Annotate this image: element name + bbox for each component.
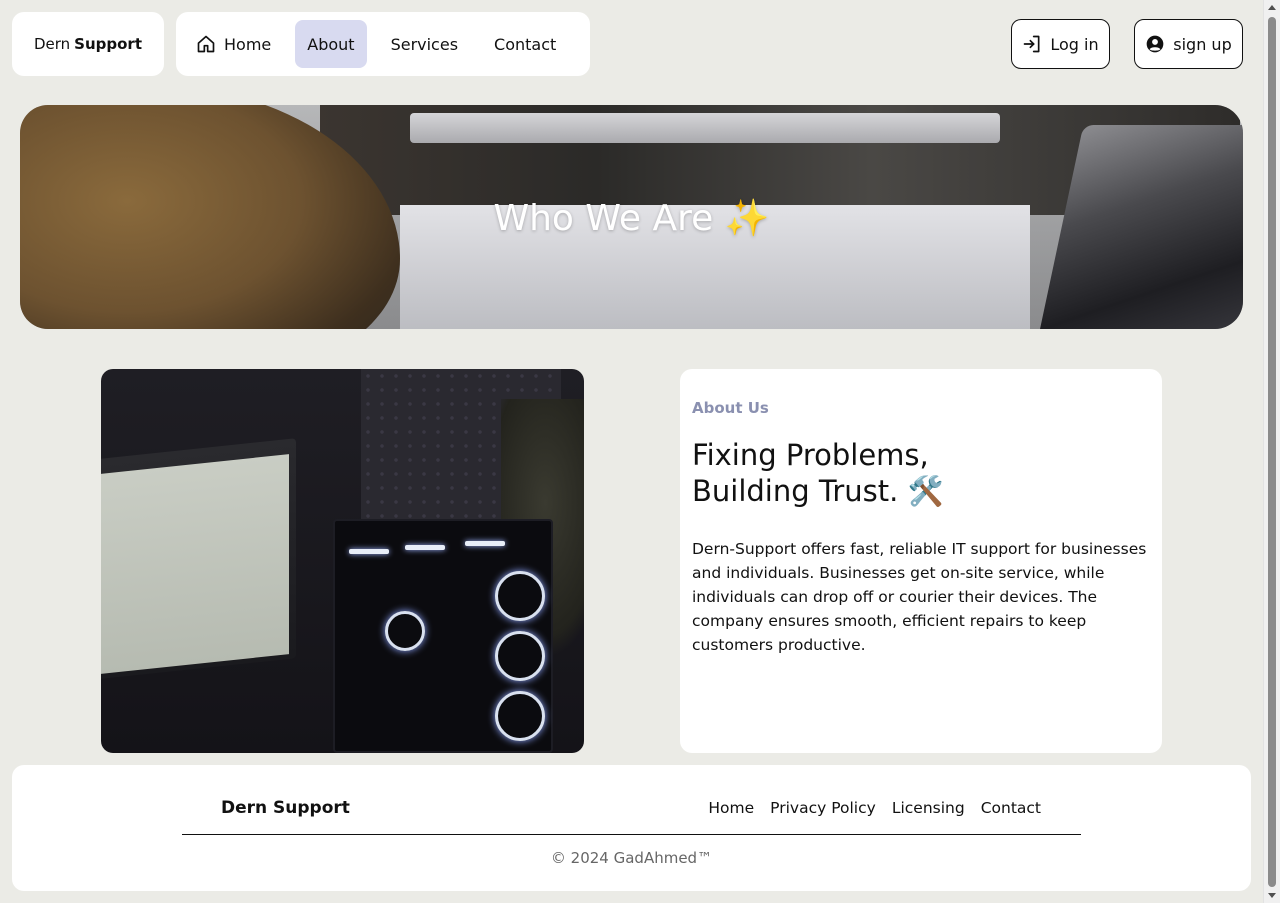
scroll-down-arrow-icon[interactable] xyxy=(1268,893,1276,898)
photo-led xyxy=(465,541,505,546)
photo-cpu-cooler xyxy=(385,611,425,651)
nav-label-contact: Contact xyxy=(494,34,557,54)
login-button[interactable]: Log in xyxy=(1011,19,1110,69)
page-scrollbar[interactable] xyxy=(1263,0,1280,903)
footer-brand: Dern Support xyxy=(221,798,350,818)
hero-bg-window-top xyxy=(410,113,1000,143)
hero-banner: Who We Are ✨ xyxy=(20,105,1243,329)
pc-setup-photo xyxy=(101,369,584,753)
user-circle-icon xyxy=(1146,35,1164,53)
footer-link-privacy[interactable]: Privacy Policy xyxy=(770,799,876,817)
about-label: About Us xyxy=(692,399,769,417)
photo-fan xyxy=(495,631,545,681)
brand-regular: Dern xyxy=(33,35,71,53)
nav-item-services[interactable]: Services xyxy=(379,20,470,68)
home-icon xyxy=(197,35,215,53)
scroll-thumb[interactable] xyxy=(1268,17,1276,887)
photo-pc-case xyxy=(333,519,553,753)
footer-link-home[interactable]: Home xyxy=(708,799,754,817)
photo-led xyxy=(349,549,389,554)
nav-item-about[interactable]: About xyxy=(295,20,367,68)
signup-button[interactable]: sign up xyxy=(1134,19,1243,69)
scroll-up-arrow-icon[interactable] xyxy=(1268,5,1276,10)
footer-links: Home Privacy Policy Licensing Contact xyxy=(708,799,1041,817)
photo-monitor-screen xyxy=(101,454,289,674)
hero-title: Who We Are ✨ xyxy=(493,198,770,239)
photo-fan xyxy=(495,571,545,621)
photo-fan xyxy=(495,691,545,741)
login-label: Log in xyxy=(1050,34,1099,54)
footer: Dern Support Home Privacy Policy Licensi… xyxy=(12,765,1251,891)
nav-item-contact[interactable]: Contact xyxy=(482,20,568,68)
about-heading-line2: Building Trust. 🛠️ xyxy=(692,474,944,508)
signup-label: sign up xyxy=(1173,34,1232,54)
about-heading: Fixing Problems, Building Trust. 🛠️ xyxy=(692,437,1150,509)
footer-link-contact[interactable]: Contact xyxy=(981,799,1041,817)
nav-item-home[interactable]: Home xyxy=(184,20,283,68)
nav-label-home: Home xyxy=(224,34,272,54)
brand-bold: Support xyxy=(74,35,143,53)
about-body: Dern-Support offers fast, reliable IT su… xyxy=(692,540,1147,654)
photo-led xyxy=(405,545,445,550)
login-icon xyxy=(1024,35,1040,53)
nav-label-about: About xyxy=(307,34,355,54)
about-card: About Us Fixing Problems, Building Trust… xyxy=(680,369,1162,753)
footer-divider xyxy=(182,834,1081,835)
about-heading-line1: Fixing Problems, xyxy=(692,438,929,472)
brand-logo[interactable]: Dern Support xyxy=(12,12,164,76)
main-nav: Home About Services Contact xyxy=(176,12,590,76)
footer-copyright: © 2024 GadAhmed™ xyxy=(550,849,713,867)
nav-label-services: Services xyxy=(390,34,459,54)
footer-link-licensing[interactable]: Licensing xyxy=(892,799,965,817)
